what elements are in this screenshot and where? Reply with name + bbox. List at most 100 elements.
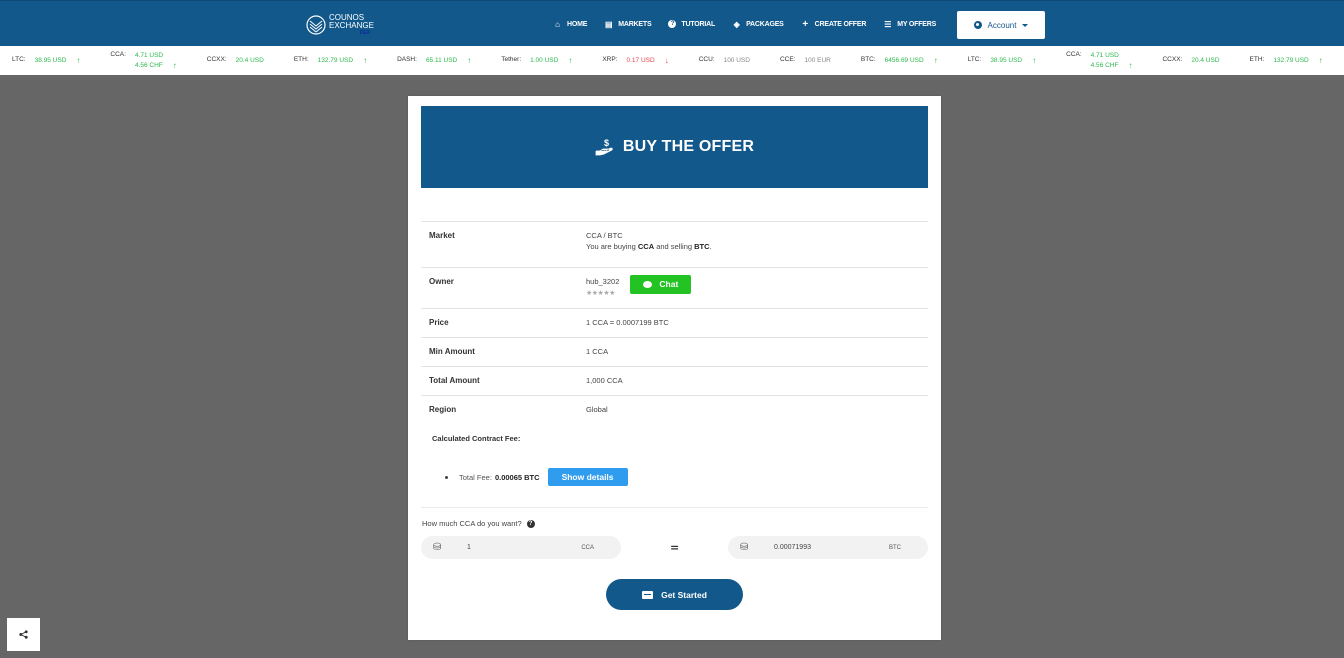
buy-amount-currency: CCA [581, 544, 594, 551]
buy-amount-value: 1 [467, 544, 471, 551]
nav-create-offer-label: CREATE OFFER [814, 20, 867, 28]
owner-value: hub_3202 ★★★★★ Chat [586, 275, 692, 300]
arrow-down-icon: ↓ [664, 55, 669, 65]
ticker-price: 1.00 USD ↑ [530, 56, 572, 66]
ticker-values: 4.71 USD 4.56 CHF ↑ [1091, 51, 1133, 71]
ticker-price: 65.11 USD ↑ [426, 56, 471, 66]
svg-text:$: $ [604, 138, 609, 148]
ticker-price: 38.95 USD ↑ [35, 56, 81, 66]
row-price: Price 1 CCA = 0.0007199 BTC [421, 308, 928, 337]
ticker-price-text: 132.79 USD [317, 56, 354, 64]
ticker-values: 6456.69 USD ↑ [885, 56, 938, 66]
desc-prefix: You are buying [586, 242, 638, 251]
min-amount-label: Min Amount [429, 347, 475, 356]
ticker-price: 4.56 CHF ↑ [135, 61, 177, 71]
get-started-button[interactable]: Get Started [606, 579, 743, 610]
ticker-item: CCA: 4.71 USD 4.56 CHF ↑ [1066, 51, 1132, 71]
ticker-values: 0.17 USD ↓ [627, 56, 669, 66]
home-icon: ⌂ [555, 19, 560, 29]
bullet [445, 475, 448, 479]
list-icon: ☰ [884, 19, 892, 29]
ticker-track: LTC: 38.95 USD ↑ CCA: 4.71 USD 4.56 CHF ↑ CCXX:… [12, 46, 1344, 75]
ticker-symbol: LTC: [12, 55, 26, 63]
ticker-item: LTC: 38.95 USD ↑ [12, 56, 80, 66]
ticker-price-text: 132.79 USD [1273, 56, 1309, 64]
ticker-symbol: ETH: [1249, 55, 1265, 63]
chat-button[interactable]: Chat [630, 275, 692, 294]
market-label: Market [429, 231, 455, 240]
row-market: Market CCA / BTC You are buying CCA and … [421, 221, 928, 267]
ticker-price-text: 38.95 USD [34, 56, 67, 64]
ticker-values: 132.79 USD ↑ [1273, 56, 1322, 66]
market-pair: CCA / BTC [586, 231, 623, 240]
ticker-symbol: Tether: [501, 55, 522, 63]
question-circle-icon: ? [668, 20, 677, 28]
share-button[interactable] [7, 618, 40, 651]
ticker-price: 0.17 USD ↓ [627, 56, 669, 66]
ticker-price-text: 6456.69 USD [884, 56, 924, 64]
divider [421, 507, 928, 508]
ticker-item: XRP: 0.17 USD ↓ [602, 56, 668, 66]
total-amount-label: Total Amount [429, 376, 480, 385]
fee-value: 0.00065 BTC [494, 472, 540, 482]
market-description: You are buying CCA and selling BTC. [586, 241, 712, 252]
help-icon[interactable]: ? [526, 519, 535, 528]
ticker-price: 4.71 USD [1091, 51, 1133, 61]
account-dropdown[interactable]: Account [957, 11, 1045, 39]
ticker-price-text: 38.95 USD [990, 56, 1023, 64]
ticker-symbol: CCXX: [206, 55, 227, 63]
nav-home[interactable]: ⌂ HOME [553, 20, 587, 29]
pay-amount-value: 0.00071993 [774, 544, 811, 551]
ticker-item: DASH: 65.11 USD ↑ [397, 56, 471, 66]
ticker-values: 132.79 USD ↑ [318, 56, 367, 66]
arrow-up-icon: ↑ [1128, 60, 1133, 70]
ticker-price: 100 USD [724, 56, 750, 66]
price-ticker: LTC: 38.95 USD ↑ CCA: 4.71 USD 4.56 CHF ↑ CCXX:… [0, 46, 1344, 75]
row-region: Region Global [421, 395, 928, 424]
ticker-price: 6456.69 USD ↑ [885, 56, 938, 66]
desc-suffix: . [709, 242, 712, 251]
ticker-item: ETH: 132.79 USD ↑ [294, 56, 367, 66]
ticker-item: LTC: 38.95 USD ↑ [968, 56, 1036, 66]
ticker-price-text: 0.17 USD [626, 56, 655, 64]
ticker-values: 100 USD [724, 56, 750, 66]
ticker-values: 4.71 USD 4.56 CHF ↑ [135, 51, 177, 71]
desc-mid: and selling [654, 242, 695, 251]
logo[interactable]: COUNOS EXCHANGE DEX [306, 12, 374, 38]
ticker-values: 65.11 USD ↑ [426, 56, 471, 66]
ticker-item: CCXX: 20.4 USD [1162, 56, 1219, 66]
ticker-item: CCXX: 20.4 USD [207, 56, 264, 66]
ticker-item: ETH: 132.79 USD ↑ [1250, 56, 1323, 66]
keyboard-icon [642, 590, 654, 599]
ticker-price: 38.95 USD ↑ [990, 56, 1036, 66]
counos-logo-icon [306, 15, 326, 35]
ticker-price-text: 4.56 CHF [134, 61, 163, 69]
markets-icon: ▤ [605, 19, 613, 29]
nav-create-offer[interactable]: + CREATE OFFER [801, 19, 867, 30]
buy-currency: CCA [637, 242, 655, 251]
total-amount-value: 1,000 CCA [586, 376, 623, 385]
buy-amount-input[interactable]: ⛁ 1 CCA [421, 536, 621, 559]
row-min-amount: Min Amount 1 CCA [421, 337, 928, 366]
ticker-item: CCU: 100 USD [699, 56, 750, 66]
row-owner: Owner hub_3202 ★★★★★ Chat [421, 267, 928, 308]
ticker-price-text: 4.71 USD [1090, 51, 1119, 59]
arrow-up-icon: ↑ [1318, 55, 1323, 65]
pay-amount-currency: BTC [889, 544, 901, 551]
nav-tutorial[interactable]: ? TUTORIAL [668, 20, 715, 28]
nav-markets[interactable]: ▤ MARKETS [604, 19, 652, 29]
share-icon [19, 630, 28, 639]
ticker-item: CCA: 4.71 USD 4.56 CHF ↑ [110, 51, 176, 71]
user-circle-icon [973, 21, 982, 29]
owner-name[interactable]: hub_3202 [586, 276, 619, 287]
pay-amount-input[interactable]: ⛁ 0.00071993 BTC [728, 536, 928, 559]
show-details-button[interactable]: Show details [547, 468, 628, 486]
nav-packages[interactable]: ◈ PACKAGES [732, 20, 784, 29]
nav-my-offers[interactable]: ☰ MY OFFERS [883, 20, 936, 29]
logo-text: COUNOS EXCHANGE DEX [329, 14, 374, 37]
buy-offer-card: $ BUY THE OFFER Market CCA / BTC You are… [408, 96, 941, 640]
ticker-symbol: CCA: [1066, 50, 1082, 58]
hand-dollar-icon: $ [595, 138, 613, 156]
cube-icon: ◈ [733, 19, 740, 29]
ticker-values: 20.4 USD [1191, 56, 1219, 66]
